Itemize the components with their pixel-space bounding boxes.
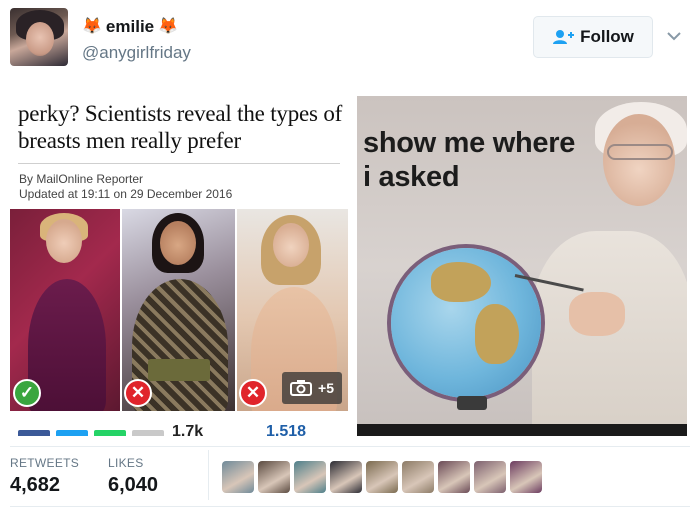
stats-separator <box>208 450 209 500</box>
byline-updated: Updated at 19:11 on 29 December 2016 <box>19 187 233 201</box>
article-divider <box>18 163 340 164</box>
follow-button[interactable]: Follow <box>533 16 653 58</box>
user-avatar[interactable] <box>10 8 68 66</box>
teacher-head <box>603 114 675 206</box>
glasses-icon <box>607 144 673 160</box>
divider-bottom <box>10 506 690 507</box>
globe-landmass <box>431 262 491 302</box>
byline-author: By MailOnline Reporter <box>19 172 144 186</box>
facebook-share-icon <box>18 430 50 436</box>
divider-top <box>10 446 690 447</box>
whatsapp-share-icon <box>94 430 126 436</box>
person-belt <box>148 359 210 381</box>
fox-emoji-icon: 🦊 <box>82 18 102 35</box>
person-head <box>273 223 309 267</box>
retweets-count[interactable]: 4,682 <box>10 474 60 497</box>
display-name[interactable]: emilie <box>106 17 154 37</box>
liker-avatar[interactable] <box>222 461 254 493</box>
likes-label[interactable]: LIKES <box>108 456 144 470</box>
share-count-right: 1,518 <box>266 423 307 437</box>
globe-landmass <box>475 304 519 364</box>
add-user-icon <box>553 30 575 44</box>
share-buttons-strip: 1.7k 1,518 <box>10 424 348 436</box>
avatar-face <box>26 22 54 56</box>
likes-count[interactable]: 6,040 <box>108 474 158 497</box>
liker-avatar[interactable] <box>258 461 290 493</box>
person-head <box>46 219 82 263</box>
retweets-label[interactable]: RETWEETS <box>10 456 79 470</box>
article-title: perky? Scientists reveal the types of br… <box>18 101 343 153</box>
checkmark-icon: ✓ <box>13 379 41 407</box>
liker-avatar[interactable] <box>510 461 542 493</box>
teacher-hand <box>569 292 625 336</box>
share-count-left: 1.7k <box>172 423 204 437</box>
cross-icon: ✕ <box>239 379 267 407</box>
likers-avatar-list <box>222 461 542 493</box>
article-byline: By MailOnline Reporter Updated at 19:11 … <box>19 172 232 202</box>
meme-caption-line1: show me where <box>363 127 576 159</box>
media-image-meme[interactable]: show me where i asked <box>357 96 687 436</box>
chevron-down-icon[interactable] <box>666 30 682 42</box>
liker-avatar[interactable] <box>402 461 434 493</box>
media-image-article[interactable]: perky? Scientists reveal the types of br… <box>10 96 348 436</box>
gallery-count-badge: +5 <box>282 372 342 404</box>
liker-avatar[interactable] <box>474 461 506 493</box>
liker-avatar[interactable] <box>366 461 398 493</box>
person-head <box>160 221 196 265</box>
media-bottom-strip <box>357 424 687 436</box>
twitter-share-icon <box>56 430 88 436</box>
liker-avatar[interactable] <box>330 461 362 493</box>
globe-stand <box>457 396 487 410</box>
cross-icon: ✕ <box>124 379 152 407</box>
meme-caption-line2: i asked <box>363 161 460 193</box>
globe-icon <box>391 248 541 398</box>
email-share-icon <box>132 430 164 436</box>
follow-label: Follow <box>580 27 634 46</box>
fox-emoji-icon: 🦊 <box>158 18 179 35</box>
liker-avatar[interactable] <box>438 461 470 493</box>
user-handle[interactable]: @anygirlfriday <box>82 43 191 63</box>
gallery-count: +5 <box>318 380 334 396</box>
liker-avatar[interactable] <box>294 461 326 493</box>
meme-caption: show me where i asked <box>363 126 575 194</box>
name-row: 🦊 emilie 🦊 <box>82 17 178 37</box>
camera-icon <box>290 380 313 396</box>
